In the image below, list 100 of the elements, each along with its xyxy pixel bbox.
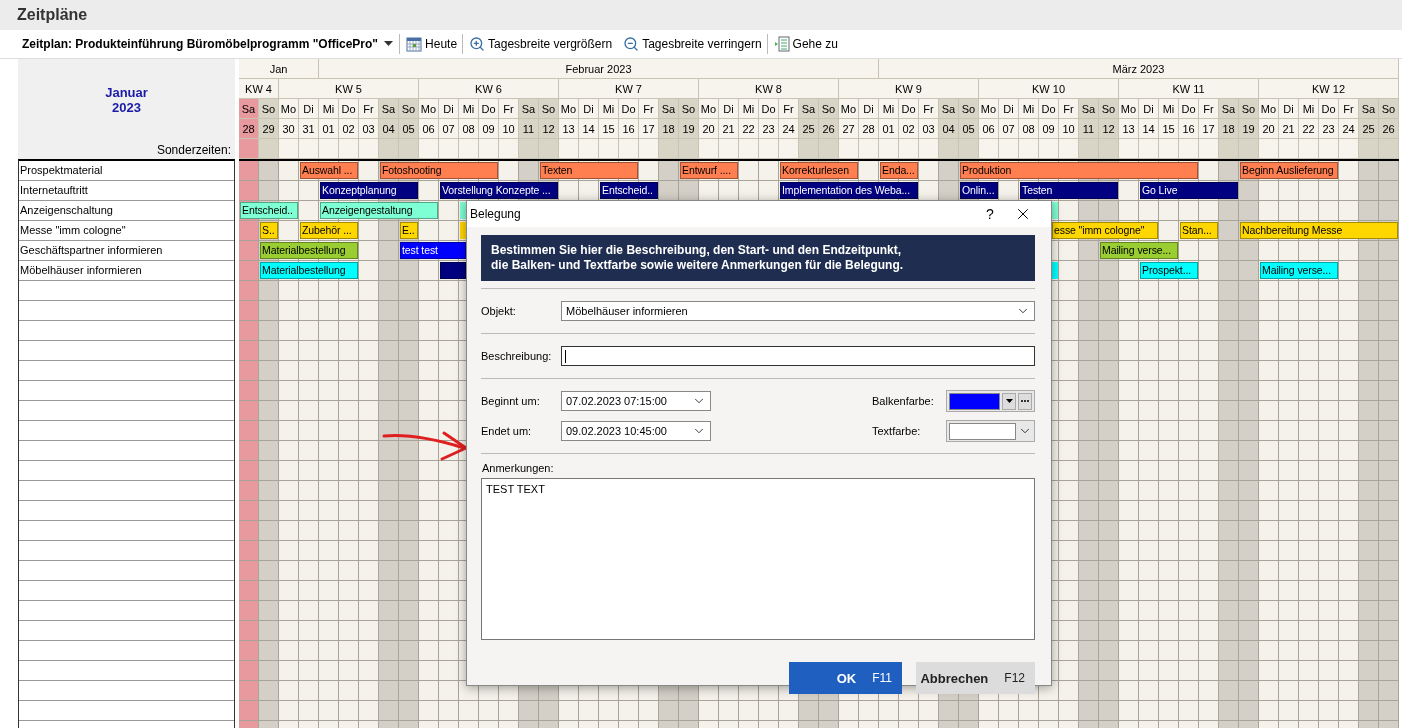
schedule-bar[interactable] — [440, 262, 466, 279]
toolbar-button[interactable]: Tagesbreite vergrößern — [467, 34, 618, 54]
schedule-bar[interactable]: Anzeigengestaltung — [320, 202, 438, 219]
schedule-bar[interactable]: Zubehör ... — [300, 222, 358, 239]
special-cell — [1279, 139, 1299, 159]
weekday-cell: Fr — [639, 99, 659, 119]
schedule-bar[interactable]: Prospekt... — [1140, 262, 1198, 279]
toolbar-button[interactable]: Heute — [404, 34, 464, 54]
weekday-cell: So — [259, 99, 279, 119]
date-cell: 12 — [1099, 119, 1119, 139]
schedule-bar[interactable]: Materialbestellung — [260, 262, 358, 279]
schedule-bar[interactable]: Stan... — [1180, 222, 1218, 239]
color-picker[interactable] — [946, 420, 1035, 442]
date-picker[interactable]: 07.02.2023 07:15:00 — [561, 391, 711, 411]
schedule-bar[interactable]: Nachbereitung Messe — [1240, 222, 1398, 239]
schedule-bar[interactable]: Mailing verse... — [1100, 242, 1178, 259]
schedule-bar[interactable]: Enda... — [880, 162, 918, 179]
schedule-bar[interactable]: Go Live — [1140, 182, 1238, 199]
schedule-bar[interactable]: Beginn Auslieferung — [1240, 162, 1338, 179]
date-cell: 07 — [439, 119, 459, 139]
weekday-cell: Mi — [459, 99, 479, 119]
schedule-bar[interactable]: Fotoshooting — [380, 162, 498, 179]
toolbar-button[interactable]: Tagesbreite verringern — [621, 34, 768, 54]
weekday-cell: Mo — [419, 99, 439, 119]
weekday-cell: Mo — [279, 99, 299, 119]
zoom-in-icon — [469, 36, 486, 52]
special-cell — [719, 139, 739, 159]
weekday-cell: Fr — [1339, 99, 1359, 119]
special-cell — [1079, 139, 1099, 159]
schedule-bar[interactable]: Konzeptplanung — [320, 182, 418, 199]
field-label: Textfarbe: — [872, 425, 922, 437]
row-label[interactable]: Möbelhäuser informieren — [19, 261, 234, 281]
special-cell — [1359, 139, 1379, 159]
date-cell: 18 — [659, 119, 679, 139]
special-cell — [579, 139, 599, 159]
date-cell: 19 — [679, 119, 699, 139]
schedule-bar[interactable]: Implementation des Weba... — [780, 182, 918, 199]
special-cell — [659, 139, 679, 159]
date-cell: 09 — [479, 119, 499, 139]
toolbar-button[interactable]: Gehe zu — [771, 34, 843, 54]
notes-field[interactable]: TEST TEXT — [481, 478, 1035, 640]
date-cell: 23 — [759, 119, 779, 139]
schedule-bar[interactable]: S.. — [260, 222, 278, 239]
schedule-bar[interactable] — [460, 202, 466, 219]
special-cell — [319, 139, 339, 159]
schedule-bar[interactable]: Entscheid.. — [240, 202, 298, 219]
schedule-bar[interactable]: esse "imm cologne" — [1052, 222, 1158, 239]
special-times-label: Sonderzeiten: — [156, 142, 232, 159]
schedule-bar[interactable] — [1052, 202, 1058, 219]
date-cell: 31 — [299, 119, 319, 139]
row-label[interactable]: Internetauftritt — [19, 181, 234, 201]
schedule-bar[interactable] — [460, 222, 466, 239]
schedule-bar[interactable]: Texten — [540, 162, 638, 179]
schedule-bar[interactable]: Entscheid.. — [600, 182, 658, 199]
schedule-bar[interactable]: Onlin... — [960, 182, 998, 199]
schedule-dropdown[interactable]: Zeitplan: Produkteinführung Büromöbelprogramm "OfficePro" — [22, 34, 401, 54]
weekday-cell: Mo — [979, 99, 999, 119]
date-cell: 22 — [1299, 119, 1319, 139]
schedule-bar[interactable]: Entwurf .... — [680, 162, 738, 179]
row-label[interactable]: Geschäftspartner informieren — [19, 241, 234, 261]
object-dropdown[interactable]: Möbelhäuser informieren — [561, 301, 1035, 321]
dialog-button[interactable]: Abbrechen F12 — [916, 662, 1035, 694]
schedule-bar[interactable]: Mailing verse... — [1260, 262, 1338, 279]
month-title: Januar 2023 — [105, 85, 148, 115]
schedule-bar[interactable]: Materialbestellung — [260, 242, 358, 259]
date-cell: 02 — [899, 119, 919, 139]
dialog-button[interactable]: OK F11 — [789, 662, 902, 694]
schedule-bar[interactable]: Testen — [1020, 182, 1118, 199]
weekday-cell: Do — [1179, 99, 1199, 119]
date-cell: 17 — [639, 119, 659, 139]
schedule-bar[interactable]: Vorstellung Konzepte ... — [440, 182, 558, 199]
date-cell: 14 — [1139, 119, 1159, 139]
schedule-bar[interactable]: Produktion — [960, 162, 1198, 179]
schedule-bar[interactable]: Korrekturlesen — [780, 162, 858, 179]
field-label: Endet um: — [481, 425, 533, 437]
weekday-cell: Di — [1139, 99, 1159, 119]
schedule-bar[interactable]: E.. — [400, 222, 418, 239]
special-cell — [259, 139, 279, 159]
row-label[interactable]: Prospektmaterial — [19, 161, 234, 181]
schedule-bar[interactable] — [1052, 262, 1058, 279]
weekday-cell: Mo — [1119, 99, 1139, 119]
special-cell — [859, 139, 879, 159]
dialog-title: Belegung — [470, 207, 522, 221]
date-cell: 13 — [1119, 119, 1139, 139]
date-cell: 10 — [1059, 119, 1079, 139]
date-cell: 25 — [1359, 119, 1379, 139]
date-cell: 20 — [699, 119, 719, 139]
schedule-bar[interactable]: Auswahl ... — [300, 162, 358, 179]
caret-icon — [384, 41, 394, 47]
row-label[interactable]: Messe "imm cologne" — [19, 221, 234, 241]
weekday-cell: So — [1379, 99, 1399, 119]
help-button[interactable]: ? — [975, 205, 1005, 223]
calendar-icon — [406, 36, 423, 52]
input-field[interactable] — [561, 346, 1035, 366]
special-cell — [599, 139, 619, 159]
date-picker[interactable]: 09.02.2023 10:45:00 — [561, 421, 711, 441]
row-label[interactable]: Anzeigenschaltung — [19, 201, 234, 221]
special-cell — [919, 139, 939, 159]
color-picker[interactable] — [946, 390, 1035, 412]
schedule-bar[interactable]: test test — [400, 242, 466, 259]
